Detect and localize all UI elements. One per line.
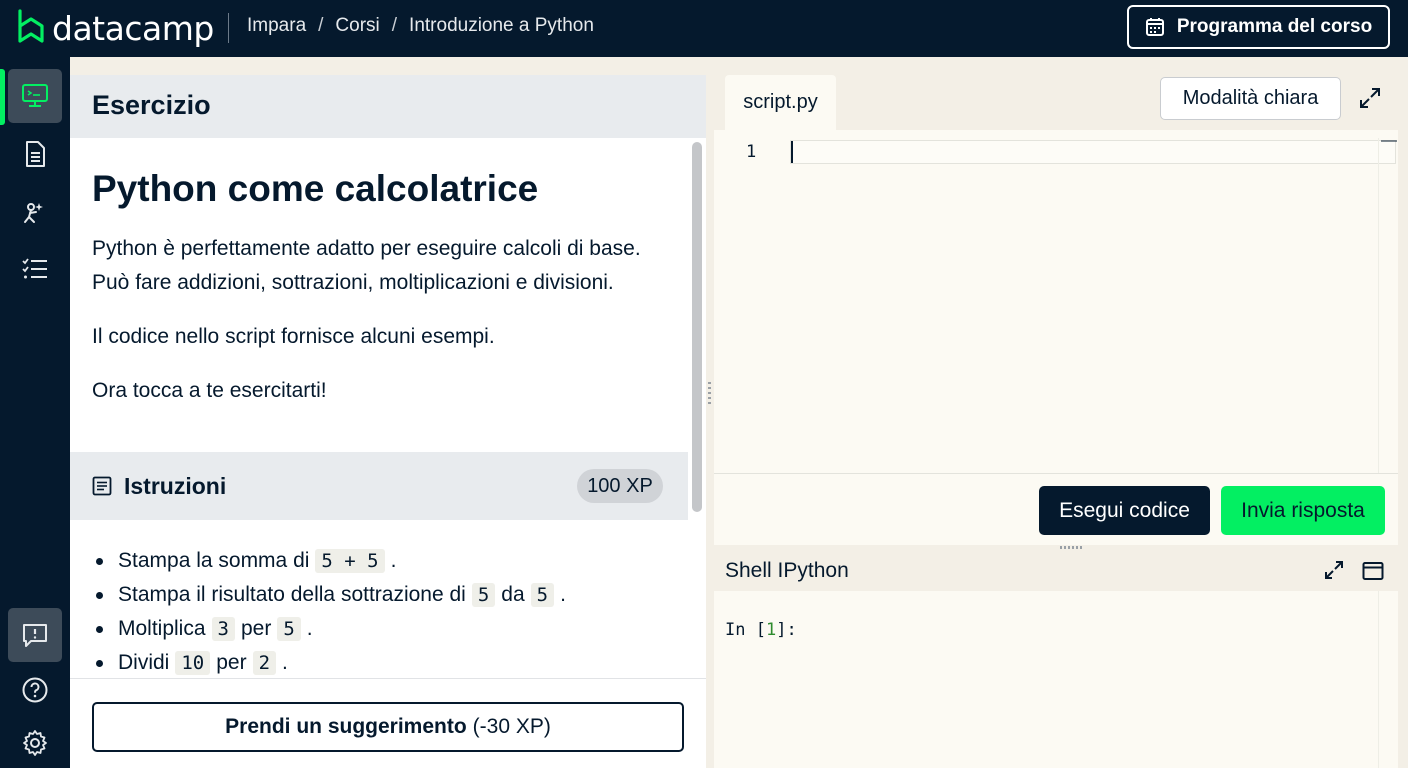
exercise-screen-icon (22, 84, 48, 107)
tab-script-py[interactable]: script.py (725, 75, 836, 130)
breadcrumb-courses[interactable]: Corsi (335, 15, 379, 37)
datacamp-logo-icon (18, 9, 44, 43)
instruction-text: per (240, 617, 272, 640)
datacamp-logo[interactable]: datacamp (16, 6, 214, 50)
instruction-text: per (216, 651, 247, 674)
bullet-dot (96, 557, 103, 565)
active-line-highlight (790, 140, 1396, 164)
splitter-handle-icon[interactable] (708, 382, 711, 406)
instruction-text: . (282, 651, 288, 674)
prompt-prefix: In [ (725, 620, 766, 640)
expand-editor-icon[interactable] (1359, 87, 1381, 109)
editor-tab-bar: script.py Modalità chiara (714, 70, 1398, 130)
hint-label: Prendi un suggerimento (225, 715, 467, 738)
exercise-title: Python come calcolatrice (92, 168, 539, 209)
exercise-paragraph: Il codice nello script fornisce alcuni e… (92, 325, 495, 348)
exercise-paragraph: Python è perfettamente adatto per esegui… (92, 237, 641, 294)
prompt-suffix: ]: (776, 620, 797, 640)
inline-code: 5 (277, 617, 301, 641)
exercise-content: Python come calcolatrice Python è perfet… (70, 138, 688, 678)
inline-code: 5 (471, 583, 496, 607)
instruction-text: Dividi (118, 651, 170, 674)
editor-scrollbar[interactable] (1378, 138, 1398, 473)
exercise-paragraph: Ora tocca a te esercitarti! (92, 379, 327, 402)
feedback-chat-icon (23, 624, 47, 647)
submit-answer-button[interactable]: Invia risposta (1221, 486, 1385, 535)
shell-header: Shell IPython (714, 551, 1398, 591)
instruction-text: . (306, 617, 313, 640)
panel-splitter[interactable] (706, 57, 714, 768)
run-code-button[interactable]: Esegui codice (1039, 486, 1210, 535)
instruction-item: Stampa il risultato della sottrazione di… (92, 578, 682, 612)
bullet-dot (96, 591, 103, 599)
top-bar: datacamp Impara / Corsi / Introduzione a… (0, 0, 1408, 57)
breadcrumb-course-title[interactable]: Introduzione a Python (409, 15, 594, 37)
sidebar-item-settings[interactable] (8, 716, 62, 768)
ai-assistant-icon (24, 203, 43, 223)
instructions-list-icon (92, 476, 112, 496)
instructions-header: Istruzioni 100 XP (70, 452, 688, 520)
breadcrumb-separator: / (318, 15, 324, 36)
line-number: 1 (746, 142, 757, 162)
sidebar-item-help[interactable] (8, 663, 62, 717)
help-icon (22, 677, 48, 703)
instruction-item: Dividi 10 per 2 . (92, 646, 682, 678)
active-indicator (0, 69, 5, 125)
instruction-text: da (501, 583, 525, 606)
instruction-text: Stampa la somma di (118, 549, 310, 572)
exercise-section-label: Esercizio (92, 90, 211, 120)
instruction-text: Stampa il risultato della sottrazione di (118, 583, 466, 606)
shell-window-icon[interactable] (1362, 561, 1384, 581)
bullet-dot (96, 659, 103, 667)
sidebar-item-feedback[interactable] (8, 608, 62, 662)
logo-text: datacamp (52, 8, 214, 48)
prompt-number: 1 (765, 620, 777, 640)
inline-code: 5 (530, 583, 555, 607)
breadcrumb-learn[interactable]: Impara (247, 15, 306, 37)
course-program-button[interactable]: Programma del corso (1127, 5, 1390, 49)
text-cursor (791, 141, 793, 163)
exercise-header: Esercizio (70, 75, 706, 138)
instruction-item: Stampa la somma di 5 + 5 . (92, 544, 682, 578)
instruction-item: Moltiplica 3 per 5 . (92, 612, 682, 646)
breadcrumb-separator: / (391, 15, 398, 36)
instructions-list: Stampa la somma di 5 + 5 . Stampa il ris… (92, 544, 682, 678)
slides-document-icon (26, 141, 45, 167)
shell-prompt: In [1]: (725, 620, 797, 640)
exercise-scrollbar-thumb[interactable] (692, 142, 702, 512)
header-divider (228, 13, 229, 43)
inline-code: 5 + 5 (315, 549, 385, 573)
horizontal-splitter-handle[interactable] (1060, 546, 1084, 549)
shell-title: Shell IPython (725, 559, 849, 582)
instruction-text: Moltiplica (118, 617, 206, 640)
light-mode-button[interactable]: Modalità chiara (1160, 77, 1341, 120)
inline-code: 10 (175, 651, 211, 675)
inline-code: 2 (252, 651, 277, 675)
expand-shell-icon[interactable] (1324, 560, 1344, 580)
inline-code: 3 (211, 617, 235, 641)
editor-action-bar: Esegui codice Invia risposta (714, 473, 1398, 545)
calendar-icon (1145, 18, 1164, 36)
sidebar-item-ai-assistant[interactable] (8, 185, 62, 239)
instruction-text: . (390, 549, 397, 572)
sidebar-item-outline[interactable] (8, 243, 62, 297)
instruction-text: . (560, 583, 566, 606)
hint-area: Prendi un suggerimento (-30 XP) (70, 678, 706, 768)
sidebar-item-exercise[interactable] (8, 69, 62, 123)
sidebar-item-slides[interactable] (8, 127, 62, 181)
shell-scrollbar[interactable] (1378, 591, 1398, 768)
hint-cost: (-30 XP) (472, 715, 551, 738)
course-program-label: Programma del corso (1176, 16, 1373, 37)
sidebar (0, 57, 70, 768)
breadcrumb: Impara / Corsi / Introduzione a Python (247, 15, 594, 37)
xp-badge: 100 XP (577, 469, 663, 503)
code-editor[interactable]: 1 (714, 130, 1398, 473)
bullet-dot (96, 625, 103, 633)
settings-gear-icon (23, 730, 47, 756)
ipython-shell[interactable]: In [1]: (714, 591, 1398, 768)
instructions-label: Istruzioni (124, 473, 227, 499)
course-outline-icon (22, 258, 47, 279)
take-hint-button[interactable]: Prendi un suggerimento (-30 XP) (92, 702, 684, 752)
scrollbar-marker (1381, 140, 1397, 142)
